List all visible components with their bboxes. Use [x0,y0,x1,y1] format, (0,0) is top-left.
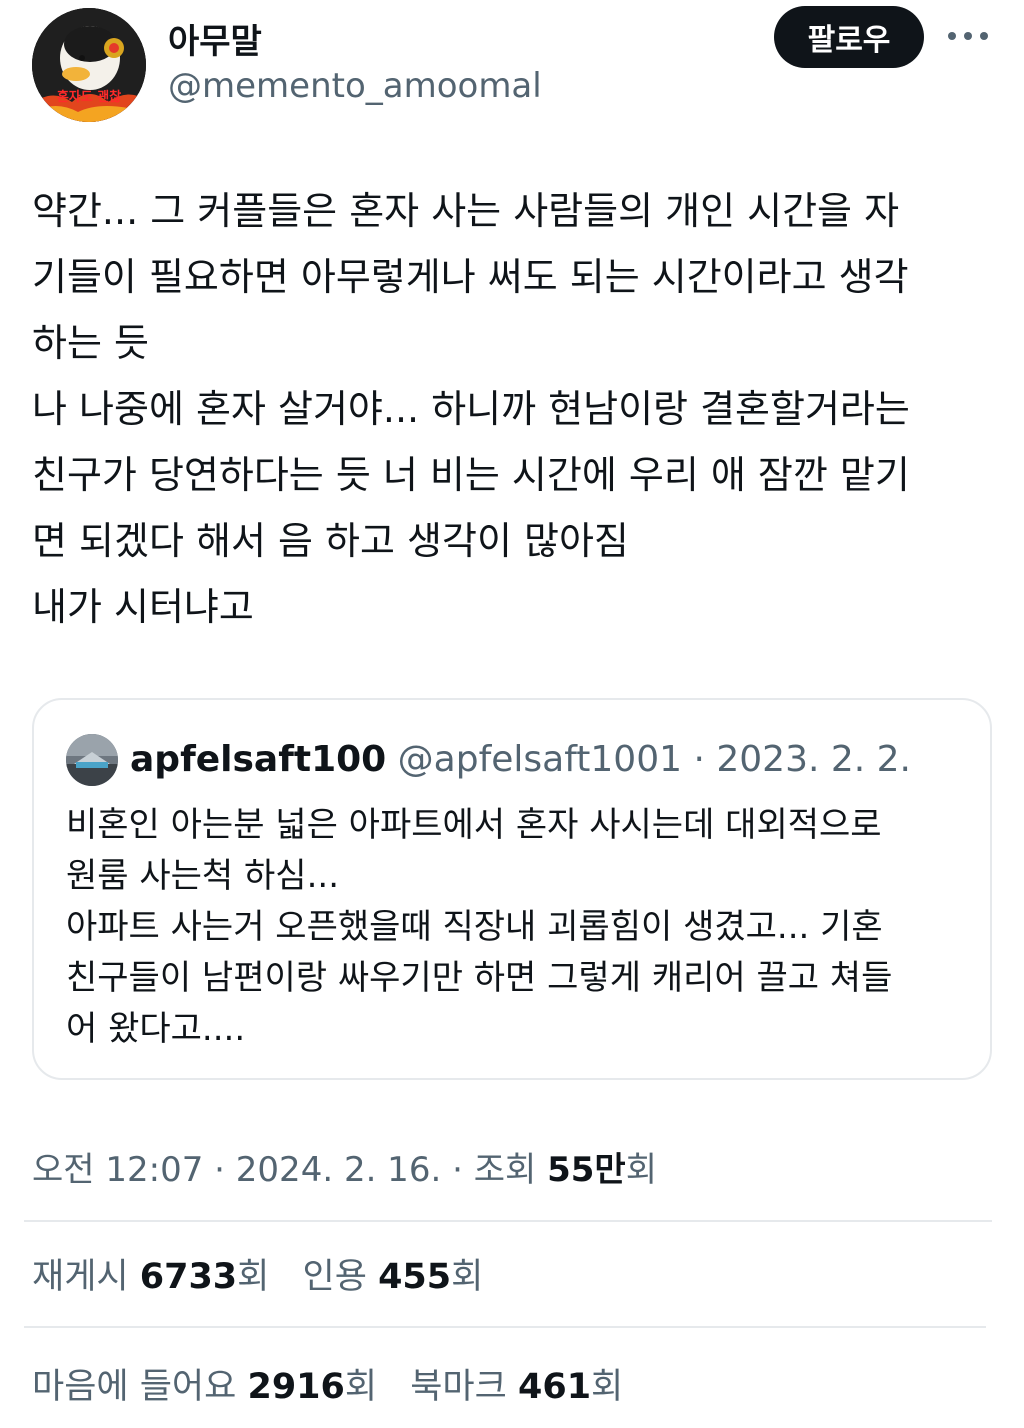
quotes-label: 인용 [302,1257,367,1297]
divider [24,1220,992,1222]
views-count: 55만 [547,1150,626,1190]
post-time[interactable]: 오전 12:07 [32,1150,203,1190]
bookmarks-count: 461 [517,1367,592,1407]
tweet-timestamp-row: 오전 12:07 · 2024. 2. 16. · 조회 55만회 [32,1142,657,1191]
tweet-header: 혼자도 괜찮 아무말 @memento_amoomal 팔로우 [32,4,992,124]
quoted-tweet-meta: apfelsaft100 @apfelsaft1001 · 2023. 2. 2… [130,736,911,784]
quoted-author-name[interactable]: apfelsaft100 [130,739,386,780]
meta-separator: · [214,1150,225,1190]
divider [24,1326,986,1328]
post-date[interactable]: 2024. 2. 16. [236,1150,441,1190]
quoted-tweet-text: 비혼인 아는분 넓은 아파트에서 혼자 사시는데 대외적으로 원룸 사는척 하심… [66,805,893,1049]
meta-separator: · [452,1150,463,1190]
reposts-label: 재게시 [32,1257,129,1297]
reposts-suffix: 회 [237,1257,270,1297]
stats-row-reposts-quotes: 재게시 6733회 인용 455회 [32,1248,505,1299]
stats-row-likes-bookmarks: 마음에 들어요 2916회 북마크 461회 [32,1358,645,1409]
author-avatar[interactable]: 혼자도 괜찮 [32,8,146,122]
quoted-separator: · [693,739,705,780]
avatar-caption: 혼자도 괜찮 [57,89,121,105]
quoted-date: 2023. 2. 2. [716,739,912,780]
quoted-author-avatar [66,734,118,786]
reposts-count: 6733 [139,1257,238,1297]
likes-label: 마음에 들어요 [32,1367,237,1407]
quotes-suffix: 회 [451,1257,484,1297]
views-label: 조회 [473,1150,537,1190]
author-handle[interactable]: @memento_amoomal [168,66,542,106]
likes-stat[interactable]: 마음에 들어요 2916회 [32,1358,377,1409]
reposts-stat[interactable]: 재게시 6733회 [32,1248,269,1299]
author-name[interactable]: 아무말 [168,14,262,63]
likes-count: 2916 [247,1367,345,1407]
tweet-text: 약간... 그 커플들은 혼자 사는 사람들의 개인 시간을 자 기들이 필요하… [32,189,910,629]
views-suffix: 회 [625,1150,657,1190]
bookmarks-stat[interactable]: 북마크 461회 [410,1358,623,1409]
quoted-tweet-card[interactable]: apfelsaft100 @apfelsaft1001 · 2023. 2. 2… [32,698,992,1080]
follow-button[interactable]: 팔로우 [774,6,924,68]
quotes-stat[interactable]: 인용 455회 [303,1248,484,1299]
bookmarks-label: 북마크 [410,1367,507,1407]
likes-suffix: 회 [344,1367,378,1407]
quoted-author-handle: @apfelsaft1001 [397,739,682,780]
bookmarks-suffix: 회 [591,1367,624,1407]
penguin-avatar-image: 혼자도 괜찮 [32,8,146,122]
more-options-icon[interactable] [948,24,988,48]
quotes-count: 455 [378,1257,452,1297]
